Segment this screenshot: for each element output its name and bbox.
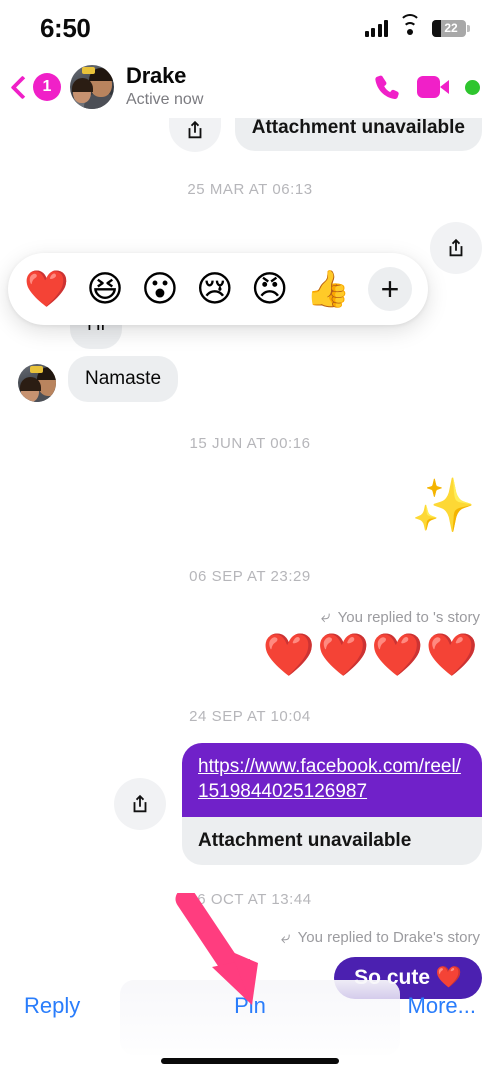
chevron-left-icon: [10, 74, 35, 100]
message-bubble[interactable]: Namaste: [68, 355, 179, 403]
link-preview-card[interactable]: https://www.facebook.com/reel/1519844025…: [182, 743, 482, 865]
share-message-button[interactable]: [114, 777, 166, 830]
share-icon[interactable]: [168, 118, 221, 152]
sad-reaction-icon[interactable]: 😢: [196, 271, 234, 307]
cellular-signal-icon: [364, 19, 388, 37]
reply-arrow-icon: ⤷: [321, 607, 331, 627]
wow-reaction-icon[interactable]: 😮: [141, 271, 179, 307]
attachment-unavailable-label: Attachment unavailable: [182, 816, 482, 865]
presence-status: Active now: [126, 90, 204, 108]
heart-reaction-icon[interactable]: ❤️: [24, 271, 69, 307]
phone-screen: 6:50 22 1 Drake Active now Attachment un…: [0, 0, 500, 1080]
contact-name: Drake: [126, 63, 187, 89]
wifi-icon: [399, 13, 421, 37]
unread-badge: 1: [33, 73, 61, 101]
annotation-arrow: [175, 893, 258, 1005]
angry-reaction-icon[interactable]: 😠: [251, 271, 289, 307]
home-indicator[interactable]: [161, 1058, 339, 1064]
story-reply-text: You replied to 's story: [337, 608, 480, 626]
conversation-header: 1 Drake Active now: [0, 56, 500, 118]
header-actions: [372, 73, 480, 102]
timestamp-2: 15 JUN AT 00:16: [189, 435, 311, 453]
story-reply-label-1: ⤷ You replied to 's story: [0, 607, 500, 627]
online-status-dot: [465, 79, 480, 95]
contact-info[interactable]: Drake Active now: [126, 64, 372, 110]
status-time: 6:50: [40, 12, 91, 43]
message-hearts[interactable]: ❤️❤️❤️❤️: [0, 634, 500, 676]
back-button[interactable]: 1: [10, 73, 61, 101]
battery-level: 22: [444, 21, 458, 35]
avatar: [18, 364, 56, 403]
status-bar: 6:50 22: [0, 0, 500, 56]
link-url[interactable]: https://www.facebook.com/reel/1519844025…: [182, 743, 482, 817]
timestamp-4: 24 SEP AT 10:04: [189, 708, 311, 726]
audio-call-icon[interactable]: [372, 73, 401, 102]
reply-button[interactable]: Reply: [0, 993, 175, 1019]
battery-icon: 22: [432, 19, 470, 37]
video-call-icon[interactable]: [417, 76, 449, 98]
thumbs-up-reaction-icon[interactable]: 👍: [306, 271, 351, 307]
share-message-button[interactable]: [430, 222, 482, 274]
message-row-link[interactable]: https://www.facebook.com/reel/1519844025…: [0, 743, 500, 865]
reply-arrow-icon: ⤷: [281, 927, 291, 947]
timestamp-1: 25 MAR AT 06:13: [187, 181, 313, 198]
message-clipped-attachment[interactable]: Attachment unavailable: [0, 118, 500, 152]
status-indicators: 22: [364, 13, 470, 37]
more-reactions-button[interactable]: +: [367, 267, 412, 311]
more-button[interactable]: More...: [325, 993, 500, 1019]
attachment-unavailable-label: Attachment unavailable: [234, 118, 482, 151]
timestamp-3: 06 SEP AT 23:29: [189, 568, 311, 586]
message-sparkles[interactable]: ✨: [0, 480, 500, 532]
avatar[interactable]: [70, 65, 114, 109]
story-reply-text: You replied to Drake's story: [297, 929, 480, 947]
message-row-namaste[interactable]: Namaste: [0, 355, 500, 403]
reaction-picker[interactable]: ❤️ 😆 😮 😢 😠 👍 +: [8, 253, 428, 325]
laugh-reaction-icon[interactable]: 😆: [86, 271, 124, 307]
